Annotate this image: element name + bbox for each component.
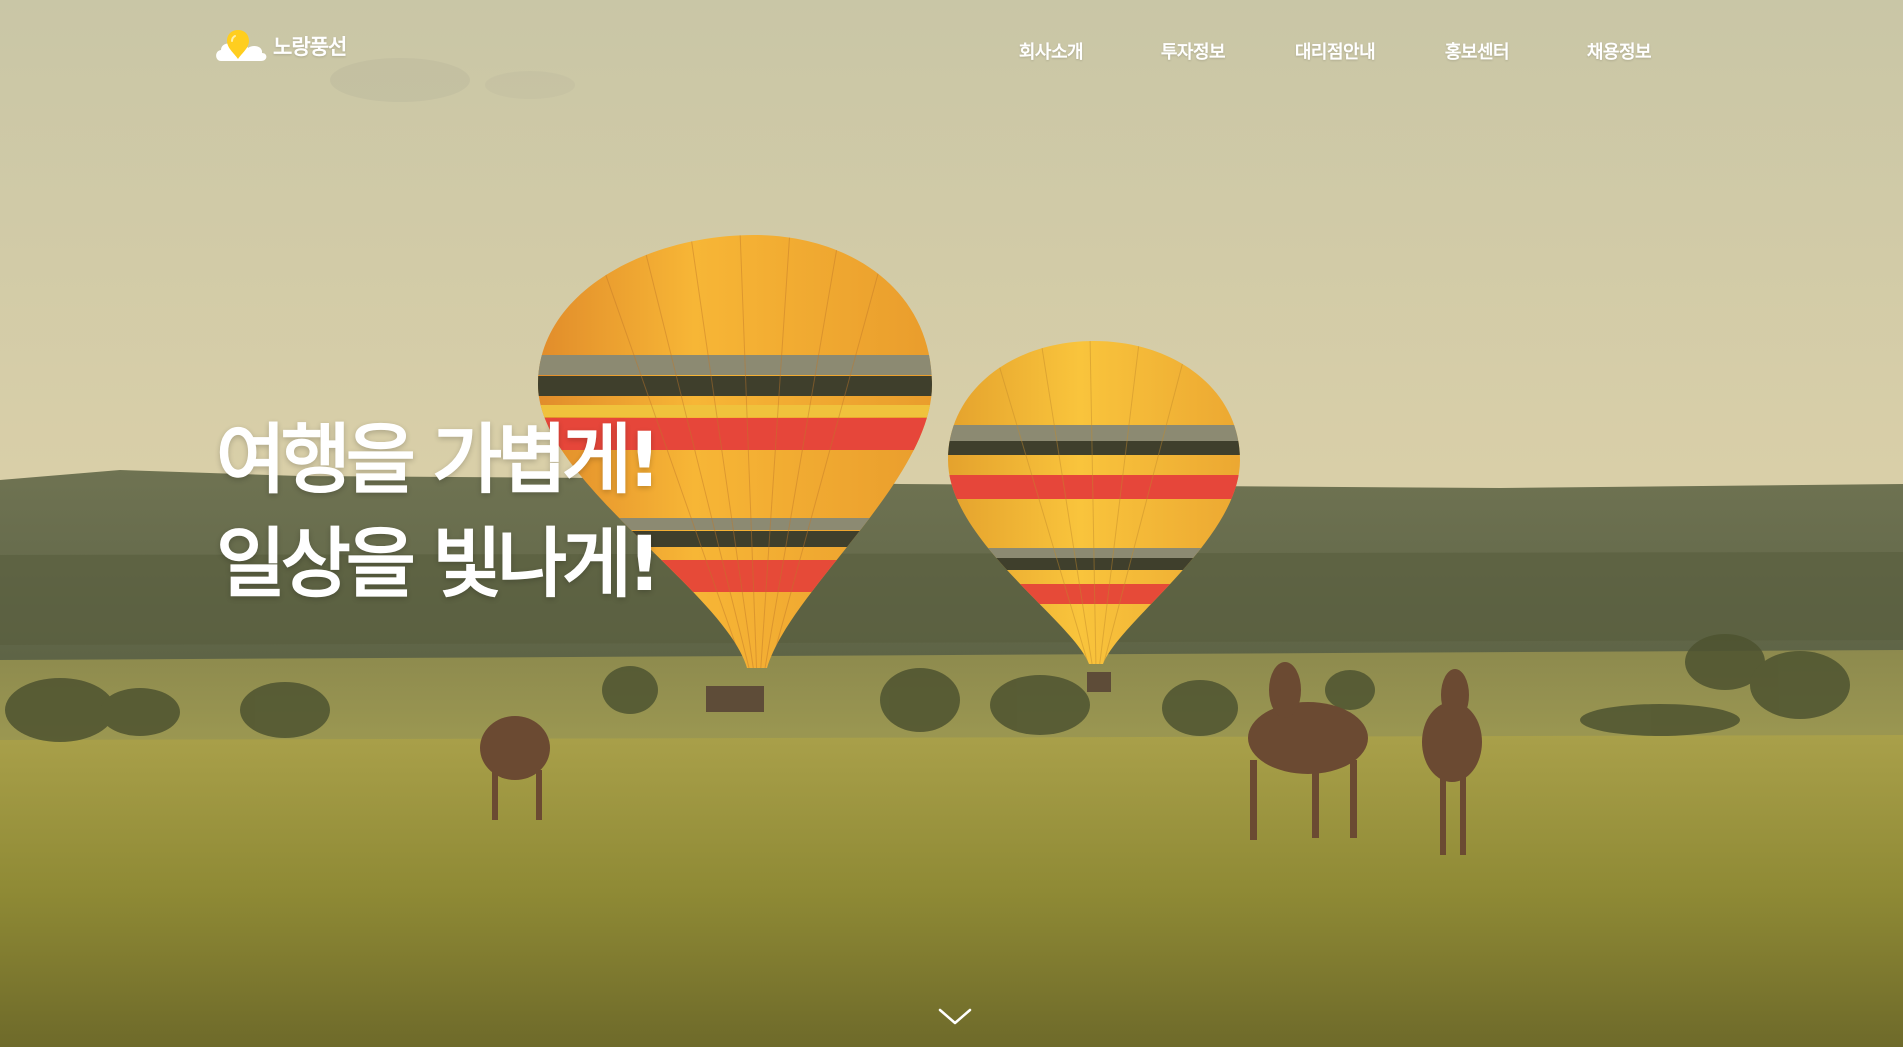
logo-text: 노랑풍선 bbox=[273, 35, 347, 59]
nav-item-agency[interactable]: 대리점안내 bbox=[1264, 38, 1406, 64]
nav-item-careers[interactable]: 채용정보 bbox=[1548, 38, 1690, 64]
logo[interactable]: 노랑풍선 bbox=[213, 28, 347, 64]
nav-item-pr-center[interactable]: 홍보센터 bbox=[1406, 38, 1548, 64]
main-navigation: 회사소개 투자정보 대리점안내 홍보센터 채용정보 bbox=[980, 38, 1690, 64]
chevron-down-icon[interactable] bbox=[938, 1006, 972, 1028]
headline-line-2: 일상을 빛나게! bbox=[216, 519, 662, 608]
nav-item-investment[interactable]: 투자정보 bbox=[1122, 38, 1264, 64]
nav-item-company[interactable]: 회사소개 bbox=[980, 38, 1122, 64]
headline-line-1: 여행을 가볍게! bbox=[216, 415, 662, 504]
hero-section: 노랑풍선 회사소개 투자정보 대리점안내 홍보센터 채용정보 여행을 가볍게! … bbox=[0, 0, 1903, 1047]
yellow-balloon-cloud-icon bbox=[216, 30, 267, 61]
hero-headline: 여행을 가볍게! 일상을 빛나게! bbox=[216, 408, 662, 616]
site-header: 노랑풍선 회사소개 투자정보 대리점안내 홍보센터 채용정보 bbox=[0, 0, 1903, 100]
